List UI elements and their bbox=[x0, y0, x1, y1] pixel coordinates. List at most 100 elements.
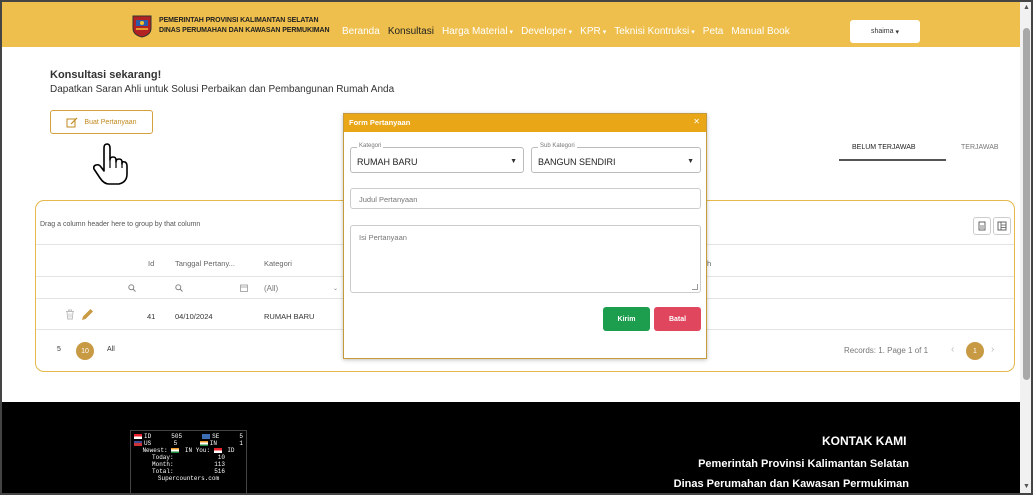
cell-id: 41 bbox=[147, 312, 156, 321]
month-value: 113 bbox=[214, 461, 225, 468]
subcategory-value: BANGUN SENDIRI bbox=[538, 157, 616, 167]
category-value: RUMAH BARU bbox=[357, 157, 418, 167]
nav-developer-label: Developer bbox=[521, 26, 567, 37]
next-page-icon[interactable]: › bbox=[991, 344, 994, 355]
chevron-down-icon: ▾ bbox=[568, 29, 573, 36]
filter-date-search-icon[interactable] bbox=[175, 284, 183, 294]
nav-peta[interactable]: Peta bbox=[703, 26, 724, 37]
filter-date-calendar-icon[interactable] bbox=[240, 284, 248, 294]
nav-manual-book[interactable]: Manual Book bbox=[731, 26, 789, 37]
scrollbar-thumb[interactable] bbox=[1023, 28, 1030, 380]
today-label: Today: bbox=[152, 454, 174, 461]
filter-kategori-select[interactable]: (All) bbox=[264, 284, 278, 293]
flag-id-icon bbox=[213, 447, 222, 453]
scroll-down-icon[interactable]: ▼ bbox=[1023, 483, 1030, 490]
counter-total-row: Total: 516 bbox=[134, 468, 243, 475]
nav-teknisi-label: Teknisi Kontruksi bbox=[614, 26, 690, 37]
pencil-edit-icon[interactable] bbox=[81, 308, 94, 321]
modal-header: Form Pertanyaan ✕ bbox=[344, 114, 706, 132]
province-logo-icon bbox=[132, 15, 152, 38]
counter-row: ID 505 SE 5 bbox=[134, 433, 243, 440]
close-icon[interactable]: ✕ bbox=[693, 117, 700, 126]
nav-menu: Beranda Konsultasi Harga Material ▾ Devel… bbox=[342, 26, 798, 37]
records-info: Records: 1. Page 1 of 1 bbox=[844, 346, 929, 355]
chevron-down-icon: ▾ bbox=[691, 29, 695, 36]
intro-title: Konsultasi sekarang! bbox=[50, 69, 162, 81]
you-code: ID bbox=[227, 447, 235, 454]
counter-month-row: Month: 113 bbox=[134, 461, 243, 468]
nav-harga-material[interactable]: Harga Material ▾ bbox=[442, 26, 513, 37]
counter-value: 1 bbox=[239, 440, 243, 447]
question-body-textarea[interactable]: Isi Pertanyaan bbox=[350, 225, 701, 293]
flag-in-icon bbox=[171, 447, 180, 453]
dropdown-arrow-icon: ▼ bbox=[510, 158, 517, 165]
nav-beranda[interactable]: Beranda bbox=[342, 26, 380, 37]
column-header-kategori[interactable]: Kategori bbox=[264, 259, 292, 268]
prev-page-icon[interactable]: ‹ bbox=[951, 344, 954, 355]
modal-title: Form Pertanyaan bbox=[349, 118, 411, 127]
page-number-button[interactable]: 1 bbox=[966, 342, 984, 360]
nav-kpr[interactable]: KPR ▾ bbox=[580, 26, 606, 37]
question-body-placeholder: Isi Pertanyaan bbox=[359, 233, 407, 242]
counter-today-row: Today: 10 bbox=[134, 454, 243, 461]
column-header-tanggal[interactable]: Tanggal Pertany... bbox=[175, 259, 235, 268]
send-button[interactable]: Kirim bbox=[603, 307, 650, 331]
column-header-id[interactable]: Id bbox=[148, 259, 154, 268]
org-title-line2: DINAS PERUMAHAN DAN KAWASAN PERMUKIMAN bbox=[159, 27, 330, 34]
top-navbar: PEMERINTAH PROVINSI KALIMANTAN SELATAN D… bbox=[2, 2, 1020, 47]
user-menu-button[interactable]: shaima ▾ bbox=[850, 20, 920, 43]
counter-value: 5 bbox=[239, 433, 243, 440]
chevron-down-icon: ▾ bbox=[602, 29, 607, 36]
nav-konsultasi[interactable]: Konsultasi bbox=[388, 26, 434, 37]
subcategory-label: Sub Kategori bbox=[538, 143, 577, 149]
counter-country: US bbox=[144, 440, 152, 447]
column-header-truncated[interactable]: h bbox=[707, 259, 711, 268]
total-value: 516 bbox=[214, 468, 225, 475]
export-pdf-icon bbox=[978, 221, 986, 231]
filter-id-search-icon[interactable] bbox=[128, 284, 136, 294]
cell-tanggal: 04/10/2024 bbox=[175, 312, 213, 321]
scroll-up-icon[interactable]: ▲ bbox=[1023, 4, 1030, 11]
cell-kategori: RUMAH BARU bbox=[264, 312, 315, 321]
org-title-line1: PEMERINTAH PROVINSI KALIMANTAN SELATAN bbox=[159, 17, 319, 24]
counter-country: IN bbox=[209, 440, 217, 447]
create-question-button[interactable]: Buat Pertanyaan bbox=[50, 110, 153, 134]
category-select[interactable]: Kategori RUMAH BARU ▼ bbox=[350, 143, 524, 173]
question-form-modal: Form Pertanyaan ✕ Kategori RUMAH BARU ▼ … bbox=[343, 113, 707, 359]
contact-title: KONTAK KAMI bbox=[822, 434, 907, 448]
column-chooser-button[interactable] bbox=[993, 217, 1011, 235]
nav-teknisi-kontruksi[interactable]: Teknisi Kontruksi ▾ bbox=[614, 26, 695, 37]
counter-row: US 5 IN 1 bbox=[134, 440, 243, 447]
dropdown-arrow-icon: ▼ bbox=[687, 158, 694, 165]
hand-pointer-cursor-icon bbox=[92, 143, 128, 185]
user-name: shaima bbox=[870, 28, 894, 35]
page-size-all[interactable]: All bbox=[107, 346, 115, 353]
page-footer: ID 505 SE 5 US 5 IN 1 Newest: IN You: ID… bbox=[2, 402, 1020, 493]
chevron-down-icon[interactable]: ⌄ bbox=[333, 285, 338, 292]
export-button[interactable] bbox=[973, 217, 991, 235]
column-chooser-icon bbox=[997, 221, 1007, 231]
flag-in-icon bbox=[199, 440, 208, 446]
visitor-counter-widget[interactable]: ID 505 SE 5 US 5 IN 1 Newest: IN You: ID… bbox=[130, 430, 247, 493]
nav-harga-material-label: Harga Material bbox=[441, 26, 508, 37]
browser-page: PEMERINTAH PROVINSI KALIMANTAN SELATAN D… bbox=[0, 0, 1033, 495]
subcategory-select[interactable]: Sub Kategori BANGUN SENDIRI ▼ bbox=[531, 143, 701, 173]
vertical-scrollbar[interactable]: ▲ ▼ bbox=[1020, 2, 1031, 493]
page-size-5[interactable]: 5 bbox=[57, 346, 61, 353]
nav-developer[interactable]: Developer ▾ bbox=[521, 26, 572, 37]
tab-belum-terjawab[interactable]: BELUM TERJAWAB bbox=[852, 144, 916, 151]
today-value: 10 bbox=[217, 454, 225, 461]
inyou-label: IN You: bbox=[184, 447, 211, 454]
flag-id-icon bbox=[134, 433, 142, 439]
counter-newest-row: Newest: IN You: ID bbox=[134, 447, 243, 454]
page-size-10[interactable]: 10 bbox=[76, 342, 94, 360]
trash-icon[interactable] bbox=[65, 309, 75, 320]
counter-value: 5 bbox=[173, 440, 178, 447]
resize-handle-icon[interactable] bbox=[692, 284, 698, 290]
tab-terjawab[interactable]: TERJAWAB bbox=[961, 144, 999, 151]
counter-brand[interactable]: Supercounters.com bbox=[134, 475, 243, 482]
counter-country: ID bbox=[144, 433, 152, 440]
question-title-input[interactable]: Judul Pertanyaan bbox=[350, 188, 701, 209]
cancel-button[interactable]: Batal bbox=[654, 307, 701, 331]
chevron-down-icon: ▾ bbox=[509, 29, 514, 36]
